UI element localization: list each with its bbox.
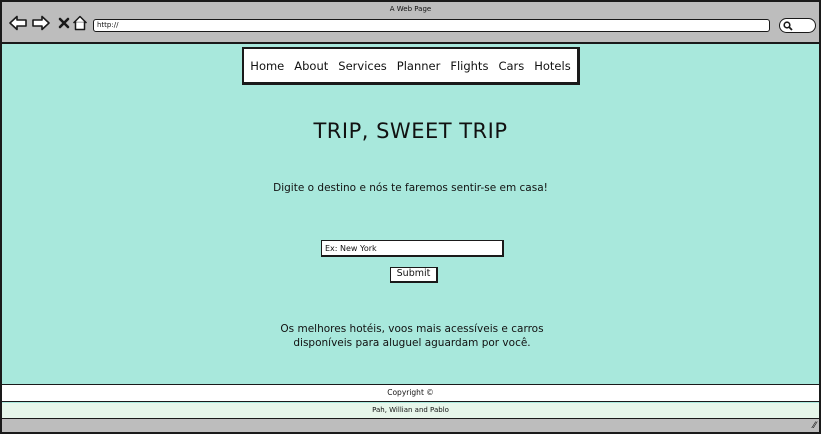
copyright-footer: Copyright © xyxy=(2,384,819,402)
promo-text: Os melhores hotéis, voos mais acessíveis… xyxy=(257,322,567,350)
nav-item-cars[interactable]: Cars xyxy=(493,59,529,73)
address-bar[interactable]: http:// xyxy=(93,19,770,32)
nav-item-about[interactable]: About xyxy=(289,59,333,73)
nav-item-hotels[interactable]: Hotels xyxy=(529,59,575,73)
browser-search-button[interactable] xyxy=(779,18,816,33)
page-title: TRIP, SWEET TRIP xyxy=(313,119,508,143)
nav-item-services[interactable]: Services xyxy=(333,59,392,73)
submit-button[interactable]: Submit xyxy=(390,267,438,283)
resize-grip-icon[interactable]: ⁄⁄ xyxy=(813,421,816,431)
nav-item-flights[interactable]: Flights xyxy=(445,59,493,73)
browser-window: A Web Page http:// Home About Services P… xyxy=(0,0,821,434)
promo-line-2: disponíveis para aluguel aguardam por vo… xyxy=(293,337,531,349)
page-subtitle: Digite o destino e nós te faremos sentir… xyxy=(273,182,548,194)
nav-item-planner[interactable]: Planner xyxy=(392,59,446,73)
status-bar: ⁄⁄ xyxy=(2,419,819,432)
browser-chrome: A Web Page http:// xyxy=(2,2,819,44)
nav-item-home[interactable]: Home xyxy=(245,59,289,73)
window-title: A Web Page xyxy=(389,5,432,13)
promo-line-1: Os melhores hotéis, voos mais acessíveis… xyxy=(280,323,544,335)
credits-footer: Pah, Willian and Pablo xyxy=(2,403,819,419)
forward-arrow-icon[interactable] xyxy=(31,13,51,33)
search-icon xyxy=(783,21,793,31)
main-nav-menu: Home About Services Planner Flights Cars… xyxy=(242,47,580,85)
destination-search-input[interactable] xyxy=(321,240,504,257)
back-arrow-icon[interactable] xyxy=(8,13,28,33)
home-icon[interactable] xyxy=(70,13,90,33)
